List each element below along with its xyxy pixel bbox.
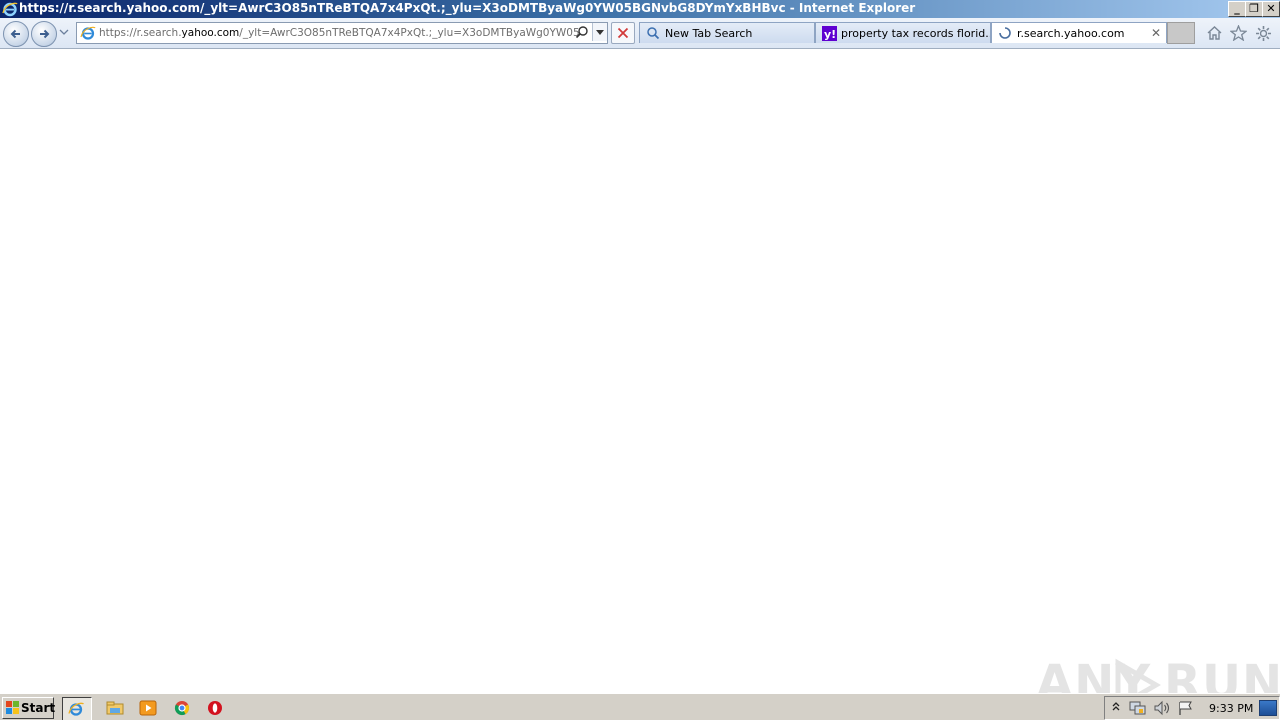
url-text[interactable]: https://r.search.yahoo.com/_ylt=AwrC3O85… <box>99 27 579 41</box>
internet-explorer-icon <box>68 702 85 716</box>
taskbar-internet-explorer[interactable] <box>62 697 92 720</box>
chevron-down-icon <box>596 30 604 35</box>
recent-pages-dropdown-icon[interactable] <box>59 28 69 36</box>
address-dropdown-button[interactable] <box>592 23 607 41</box>
home-icon[interactable] <box>1206 25 1223 41</box>
start-label: Start <box>21 701 56 715</box>
yahoo-icon: y! <box>822 26 837 41</box>
taskbar: Start 9:33 PM <box>0 693 1280 720</box>
tab-label: r.search.yahoo.com <box>1017 27 1125 40</box>
loading-icon <box>999 27 1011 39</box>
navigation-bar: https://r.search.yahoo.com/_ylt=AwrC3O85… <box>0 18 1280 49</box>
url-prefix: https://r.search. <box>99 27 182 39</box>
tab-label: property tax records florid... <box>841 27 991 40</box>
favorites-star-icon[interactable] <box>1230 25 1247 41</box>
close-button[interactable]: ✕ <box>1262 1 1280 17</box>
start-button[interactable]: Start <box>2 697 56 719</box>
url-suffix: /_ylt=AwrC3O85nTReBTQA7x4PxQt.;_ylu=X3oD… <box>239 27 579 39</box>
search-icon <box>647 27 660 40</box>
taskbar-file-explorer[interactable] <box>102 697 126 719</box>
action-center-flag-icon[interactable] <box>1177 700 1195 716</box>
restore-button[interactable]: ❐ <box>1245 1 1263 17</box>
forward-button[interactable] <box>31 21 57 47</box>
chrome-icon <box>174 701 190 716</box>
opera-icon <box>208 701 222 715</box>
show-hidden-icons-icon[interactable] <box>1111 700 1121 714</box>
tab-close-icon[interactable]: ✕ <box>1151 26 1161 40</box>
system-tray: 9:33 PM <box>1104 696 1280 720</box>
close-icon <box>617 27 629 39</box>
forward-arrow-icon <box>40 29 50 39</box>
settings-gear-icon[interactable] <box>1255 25 1272 42</box>
show-desktop-button[interactable] <box>1259 700 1277 716</box>
screen: https://r.search.yahoo.com/_ylt=AwrC3O85… <box>0 0 1280 720</box>
tab-r-search-yahoo[interactable]: r.search.yahoo.com ✕ <box>991 22 1167 43</box>
svg-text:y!: y! <box>824 28 836 41</box>
file-explorer-icon <box>106 701 124 715</box>
clock[interactable]: 9:33 PM <box>1209 702 1253 715</box>
back-button[interactable] <box>3 21 29 47</box>
page-content-area[interactable]: ANY RUN <box>0 49 1280 712</box>
minimize-button[interactable]: _ <box>1228 1 1246 17</box>
search-icon[interactable] <box>575 25 589 39</box>
back-arrow-icon <box>10 29 20 39</box>
taskbar-chrome[interactable] <box>169 697 193 719</box>
window-title: https://r.search.yahoo.com/_ylt=AwrC3O85… <box>19 1 916 15</box>
media-player-icon <box>139 700 157 716</box>
taskbar-media-player[interactable] <box>135 697 159 719</box>
tab-new-tab-search[interactable]: New Tab Search <box>639 22 815 43</box>
volume-icon[interactable] <box>1153 700 1171 716</box>
new-tab-button[interactable] <box>1167 22 1195 44</box>
window-title-bar[interactable]: https://r.search.yahoo.com/_ylt=AwrC3O85… <box>0 0 1280 18</box>
network-icon[interactable] <box>1129 700 1147 716</box>
url-domain: yahoo.com <box>181 27 240 39</box>
taskbar-opera[interactable] <box>202 697 226 719</box>
windows-logo-icon <box>6 701 19 714</box>
tab-property-tax-records[interactable]: y! property tax records florid... <box>815 22 991 43</box>
stop-button[interactable] <box>611 22 635 44</box>
site-internet-explorer-icon <box>80 26 96 40</box>
internet-explorer-icon <box>2 2 18 17</box>
tab-label: New Tab Search <box>665 27 753 40</box>
address-bar[interactable]: https://r.search.yahoo.com/_ylt=AwrC3O85… <box>76 22 608 44</box>
